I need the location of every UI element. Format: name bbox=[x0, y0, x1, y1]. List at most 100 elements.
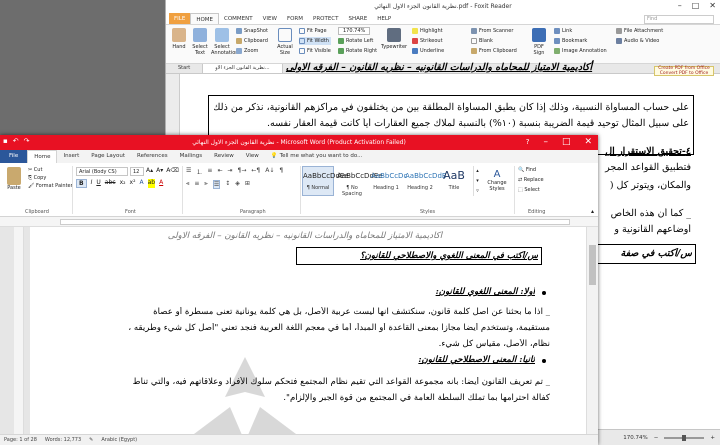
format-painter-button[interactable]: 🖌 Format Painter bbox=[28, 183, 73, 189]
foxit-image-annotation[interactable]: Image Annotation bbox=[554, 47, 607, 55]
shrink-font-icon[interactable]: A▾ bbox=[156, 167, 163, 174]
collapse-ribbon-icon[interactable]: ▴ bbox=[591, 208, 594, 215]
word-close-button[interactable]: ✕ bbox=[584, 135, 592, 150]
style-heading-1[interactable]: AaBbCcDc Heading 1 bbox=[370, 166, 407, 196]
word-tab-view[interactable]: View bbox=[240, 150, 265, 163]
sort-icon[interactable]: A↓ bbox=[265, 167, 274, 176]
subscript-button[interactable]: x₂ bbox=[120, 179, 126, 188]
bullets-icon[interactable]: ☰ bbox=[186, 167, 191, 176]
foxit-from-scanner[interactable]: From Scanner bbox=[471, 27, 517, 35]
word-tab-home[interactable]: Home bbox=[27, 150, 58, 163]
styles-scroll[interactable]: ▴ ▾ ▿ bbox=[473, 166, 481, 196]
show-formatting-icon[interactable]: ¶ bbox=[279, 167, 283, 176]
highlight-color-icon[interactable]: ab bbox=[147, 179, 156, 188]
find-button[interactable]: 🔍 Find bbox=[518, 167, 544, 173]
word-document-area[interactable]: أكاديمية الامتياز للمحاماه والدراسات الق… bbox=[0, 227, 586, 434]
justify-icon[interactable]: ☰ bbox=[212, 180, 221, 189]
foxit-zoom-box[interactable]: 170.74% bbox=[338, 27, 377, 35]
save-icon[interactable]: ▪ bbox=[3, 137, 8, 145]
word-maximize-button[interactable]: □ bbox=[562, 135, 571, 150]
word-tab-references[interactable]: References bbox=[131, 150, 174, 163]
redo-icon[interactable]: ↷ bbox=[24, 137, 30, 145]
word-tab-mailings[interactable]: Mailings bbox=[174, 150, 209, 163]
foxit-fit-page[interactable]: Fit Page bbox=[299, 27, 331, 35]
foxit-snapshot[interactable]: SnapShot bbox=[236, 27, 268, 35]
foxit-pdf-sign[interactable]: PDF Sign bbox=[528, 28, 550, 56]
foxit-bookmark[interactable]: Bookmark bbox=[554, 37, 607, 45]
align-right-icon[interactable]: ⫸ bbox=[204, 180, 207, 189]
proofing-icon[interactable]: ✎ bbox=[89, 437, 93, 443]
superscript-button[interactable]: x² bbox=[130, 179, 136, 188]
decrease-indent-icon[interactable]: ⇤ bbox=[217, 167, 222, 176]
vertical-scrollbar[interactable] bbox=[586, 227, 598, 434]
word-tell-me[interactable]: 💡 Tell me what you want to do... bbox=[265, 150, 369, 163]
text-effects-icon[interactable]: A bbox=[140, 179, 144, 188]
style-title[interactable]: AaB Title bbox=[438, 166, 470, 196]
undo-icon[interactable]: ↶ bbox=[13, 137, 19, 145]
zoom-in-icon[interactable]: + bbox=[710, 435, 715, 441]
font-name-select[interactable]: Arial (Body CS) bbox=[76, 167, 128, 176]
numbering-icon[interactable]: ⒈ bbox=[196, 167, 202, 176]
rtl-icon[interactable]: ←¶ bbox=[251, 167, 260, 176]
foxit-link[interactable]: Link bbox=[554, 27, 607, 35]
foxit-tab-help[interactable]: HELP bbox=[372, 13, 396, 24]
foxit-close-button[interactable]: ✕ bbox=[709, 1, 716, 10]
shading-icon[interactable]: ◈ bbox=[235, 180, 240, 189]
foxit-underline[interactable]: Underline bbox=[412, 47, 444, 55]
foxit-typewriter[interactable]: Typewriter bbox=[381, 28, 407, 50]
foxit-tab-home[interactable]: HOME bbox=[190, 13, 220, 24]
word-tab-review[interactable]: Review bbox=[208, 150, 240, 163]
word-tab-page-layout[interactable]: Page Layout bbox=[85, 150, 131, 163]
foxit-actual-size[interactable]: Actual Size bbox=[274, 28, 296, 56]
word-page[interactable]: أكاديمية الامتياز للمحاماه والدراسات الق… bbox=[30, 227, 586, 434]
borders-icon[interactable]: ⊞ bbox=[245, 180, 250, 189]
word-minimize-button[interactable]: – bbox=[543, 135, 548, 150]
foxit-blank[interactable]: Blank bbox=[471, 37, 517, 45]
foxit-select-text[interactable]: Select Text bbox=[189, 28, 211, 56]
zoom-out-icon[interactable]: − bbox=[654, 435, 659, 441]
word-tab-file[interactable]: File bbox=[0, 150, 28, 163]
horizontal-ruler[interactable] bbox=[0, 217, 598, 227]
status-word-count[interactable]: Words: 12,773 bbox=[45, 437, 81, 443]
foxit-zoom[interactable]: Zoom bbox=[236, 47, 268, 55]
change-styles-button[interactable]: A Change Styles bbox=[484, 169, 510, 192]
strikethrough-button[interactable]: abc bbox=[105, 179, 116, 188]
font-color-icon[interactable]: A bbox=[159, 179, 163, 188]
foxit-tab-protect[interactable]: PROTECT bbox=[308, 13, 344, 24]
underline-button[interactable]: U bbox=[96, 179, 100, 188]
line-spacing-icon[interactable]: ↕ bbox=[225, 180, 230, 189]
replace-button[interactable]: ⇄ Replace bbox=[518, 177, 544, 183]
foxit-select-annotation[interactable]: Select Annotation bbox=[211, 28, 238, 56]
style-normal[interactable]: AaBbCcDdEe ¶ Normal bbox=[302, 166, 349, 196]
foxit-tab-view[interactable]: VIEW bbox=[258, 13, 282, 24]
align-center-icon[interactable]: ≡ bbox=[194, 180, 199, 189]
font-size-select[interactable]: 12 bbox=[130, 167, 144, 176]
foxit-clipboard[interactable]: Clipboard bbox=[236, 37, 268, 45]
status-language[interactable]: Arabic (Egypt) bbox=[101, 437, 137, 443]
cut-button[interactable]: ✂ Cut bbox=[28, 167, 73, 173]
word-tab-insert[interactable]: Insert bbox=[57, 150, 85, 163]
style-no-spacing[interactable]: AaBbCcDdEe ¶ No Spacing bbox=[336, 166, 383, 197]
word-ribbon-display-button[interactable]: ? bbox=[526, 135, 530, 150]
copy-button[interactable]: ⎘ Copy bbox=[28, 175, 73, 181]
foxit-audio-video[interactable]: Audio & Video bbox=[616, 37, 663, 45]
status-page-count[interactable]: Page: 1 of 28 bbox=[4, 437, 37, 443]
foxit-doctab-start[interactable]: Start bbox=[166, 64, 204, 73]
increase-indent-icon[interactable]: ⇥ bbox=[227, 167, 232, 176]
foxit-hand-tool[interactable]: Hand bbox=[168, 28, 190, 50]
style-heading-2[interactable]: AaBbCcDdE Heading 2 bbox=[404, 166, 446, 196]
foxit-zoom-slider[interactable] bbox=[664, 434, 705, 441]
foxit-rotate-left[interactable]: Rotate Left bbox=[338, 37, 377, 45]
paste-button[interactable]: Paste bbox=[4, 167, 24, 191]
foxit-file-attachment[interactable]: File Attachment bbox=[616, 27, 663, 35]
grow-font-icon[interactable]: A▴ bbox=[146, 167, 153, 174]
foxit-maximize-button[interactable]: □ bbox=[692, 1, 700, 10]
foxit-from-clipboard[interactable]: From Clipboard bbox=[471, 47, 517, 55]
align-left-icon[interactable]: ⫷ bbox=[186, 180, 189, 189]
foxit-fit-width[interactable]: Fit Width bbox=[299, 37, 331, 45]
clear-format-icon[interactable]: A⌫ bbox=[166, 167, 179, 174]
foxit-find-input[interactable]: Find bbox=[644, 15, 714, 24]
ltr-icon[interactable]: ¶→ bbox=[238, 167, 247, 176]
foxit-tab-comment[interactable]: COMMENT bbox=[219, 13, 258, 24]
foxit-tab-form[interactable]: FORM bbox=[282, 13, 308, 24]
